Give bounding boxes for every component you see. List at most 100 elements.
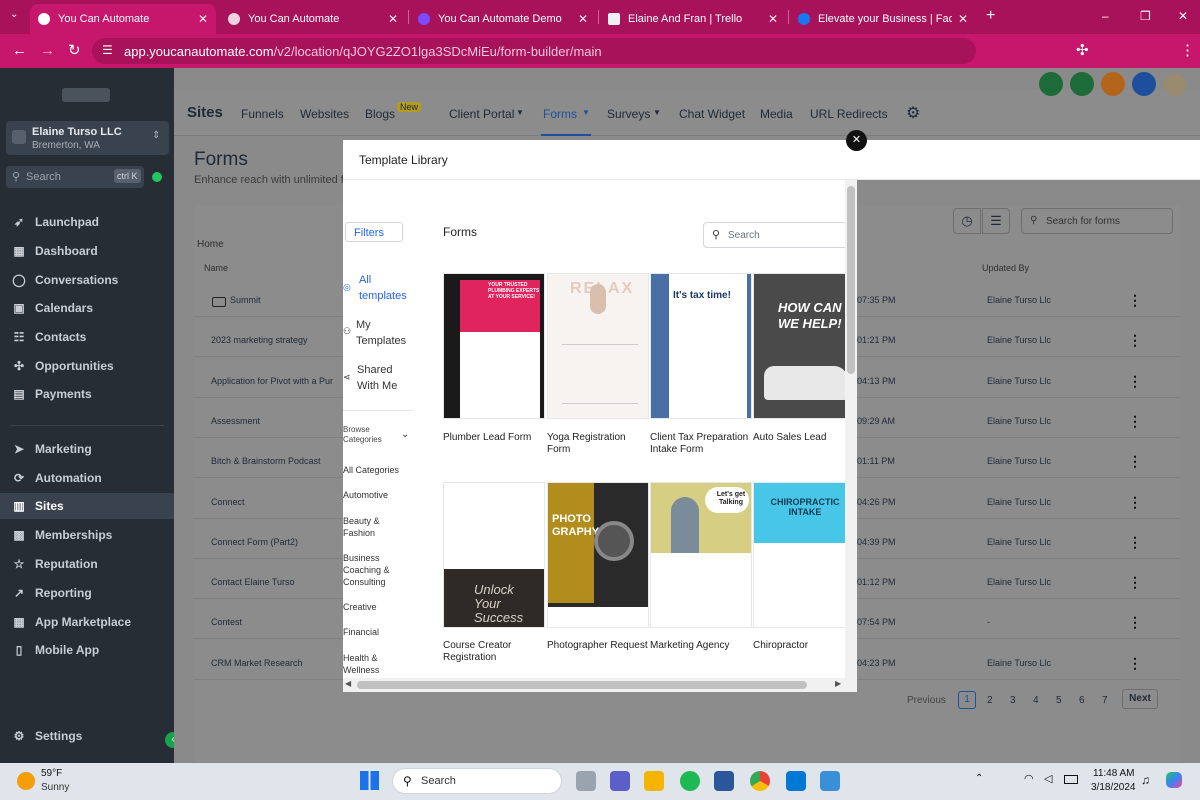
sidebar-item-payments[interactable]: ▤ Payments: [12, 387, 91, 401]
browser-tab-1[interactable]: You Can Automate ✕: [30, 4, 216, 34]
form-name[interactable]: Bitch & Brainstorm Podcast: [211, 456, 321, 466]
modal-close-button[interactable]: ✕: [846, 130, 867, 151]
pagination-page-5[interactable]: 5: [1056, 695, 1062, 706]
lightning-icon[interactable]: [152, 172, 162, 182]
weather-desc[interactable]: Sunny: [41, 782, 69, 793]
form-name[interactable]: Application for Pivot with a Pur: [211, 376, 333, 386]
template-thumb-photographer[interactable]: PHOTO GRAPHY: [547, 482, 649, 628]
sidebar-item-conversations[interactable]: ◯ Conversations: [12, 273, 118, 287]
template-search-input[interactable]: ⚲ Search: [703, 222, 848, 248]
sidebar-item-sites[interactable]: ▥ Sites: [0, 493, 174, 519]
spotify-icon[interactable]: [680, 771, 700, 791]
nav-client-portal[interactable]: Client Portal: [449, 107, 514, 121]
form-name[interactable]: Contest: [211, 617, 242, 627]
more-options-icon[interactable]: ⋮: [1128, 534, 1142, 551]
nav-chat-widget[interactable]: Chat Widget: [679, 107, 745, 121]
template-thumb-yoga[interactable]: RELAX: [547, 273, 649, 419]
scroll-left-arrow[interactable]: ◀: [345, 679, 351, 688]
restore-button[interactable]: ❐: [1140, 9, 1151, 23]
column-header-updated-by[interactable]: Updated By: [982, 263, 1029, 273]
more-options-icon[interactable]: ⋮: [1128, 332, 1142, 349]
category-health-wellness[interactable]: Health & Wellness: [343, 652, 395, 676]
filter-my-templates[interactable]: My Templates: [356, 317, 416, 349]
weather-temp[interactable]: 59°F: [41, 768, 62, 779]
pagination-page-1[interactable]: 1: [958, 691, 976, 709]
pagination-page-6[interactable]: 6: [1079, 695, 1085, 706]
browser-tab-3[interactable]: You Can Automate Demo ✕: [410, 4, 596, 34]
breadcrumb[interactable]: Home: [197, 239, 224, 250]
sidebar-search[interactable]: ⚲ Search ctrl K: [6, 166, 144, 188]
user-avatar[interactable]: [1164, 74, 1186, 96]
more-options-icon[interactable]: ⋮: [1128, 373, 1142, 390]
reload-icon[interactable]: ↻: [68, 42, 81, 60]
template-name-auto[interactable]: Auto Sales Lead: [753, 432, 857, 444]
form-name[interactable]: Summit: [230, 295, 261, 305]
settings-gear-icon[interactable]: ⚙: [906, 103, 920, 123]
more-options-icon[interactable]: ⋮: [1128, 494, 1142, 511]
form-name[interactable]: 2023 marketing strategy: [211, 335, 308, 345]
nav-media[interactable]: Media: [760, 107, 793, 121]
site-info-icon[interactable]: ☰: [102, 43, 113, 57]
browser-tab-5[interactable]: Elevate your Business | Facebook ✕: [790, 4, 976, 34]
category-beauty-fashion[interactable]: Beauty & Fashion: [343, 515, 391, 539]
template-thumb-marketing[interactable]: Let's get Talking: [650, 482, 752, 628]
template-thumb-tax[interactable]: It's tax time!: [650, 273, 752, 419]
sidebar-item-contacts[interactable]: ☷ Contacts: [12, 330, 87, 344]
horizontal-scrollbar[interactable]: ◀ ▶: [343, 678, 857, 692]
nav-websites[interactable]: Websites: [300, 107, 349, 121]
clock-date[interactable]: 3/18/2024: [1091, 782, 1136, 793]
category-automotive[interactable]: Automotive: [343, 490, 411, 500]
browser-tab-2[interactable]: You Can Automate ✕: [220, 4, 406, 34]
extensions-puzzle-icon[interactable]: ✣: [1076, 42, 1089, 60]
sidebar-item-opportunities[interactable]: ✣ Opportunities: [12, 359, 114, 373]
sidebar-item-memberships[interactable]: ▩ Memberships: [12, 528, 112, 542]
browse-categories-label[interactable]: Browse Categories: [343, 425, 395, 445]
form-name[interactable]: Assessment: [211, 416, 260, 426]
close-tab-icon[interactable]: ✕: [198, 12, 208, 26]
calculator-app-icon[interactable]: [820, 771, 840, 791]
more-options-icon[interactable]: ⋮: [1128, 413, 1142, 430]
pagination-page-2[interactable]: 2: [987, 695, 993, 706]
sidebar-item-calendars[interactable]: ▣ Calendars: [12, 301, 93, 315]
bell-icon[interactable]: [1101, 72, 1125, 96]
minimize-button[interactable]: –: [1102, 9, 1109, 23]
help-icon[interactable]: [1132, 72, 1156, 96]
new-tab-button[interactable]: +: [986, 7, 995, 25]
sidebar-item-automation[interactable]: ⟳ Automation: [12, 471, 102, 485]
more-options-icon[interactable]: ⋮: [1128, 453, 1142, 470]
forward-icon[interactable]: →: [40, 42, 55, 60]
phone-icon[interactable]: [1039, 72, 1063, 96]
scroll-right-arrow[interactable]: ▶: [835, 679, 841, 688]
nav-surveys[interactable]: Surveys: [607, 107, 650, 121]
taskbar-search[interactable]: ⚲ Search: [392, 768, 562, 794]
form-name[interactable]: Connect: [211, 497, 245, 507]
sidebar-item-launchpad[interactable]: ➶ Launchpad: [12, 215, 99, 229]
nav-url-redirects[interactable]: URL Redirects: [810, 107, 888, 121]
close-tab-icon[interactable]: ✕: [958, 12, 968, 26]
volume-icon[interactable]: ◁: [1044, 772, 1052, 785]
template-thumb-plumber[interactable]: YOUR TRUSTED PLUMBING EXPERTS AT YOUR SE…: [443, 273, 545, 419]
category-creative[interactable]: Creative: [343, 602, 411, 612]
pagination-previous[interactable]: Previous: [907, 695, 946, 706]
sidebar-item-reporting[interactable]: ↗ Reporting: [12, 586, 92, 600]
nav-funnels[interactable]: Funnels: [241, 107, 284, 121]
template-thumb-auto[interactable]: HOW CAN WE HELP!: [753, 273, 855, 419]
pagination-page-3[interactable]: 3: [1010, 695, 1016, 706]
tab-search-icon[interactable]: ⌄: [10, 9, 18, 20]
form-name[interactable]: CRM Market Research: [211, 658, 303, 668]
chrome-icon[interactable]: [750, 771, 770, 791]
more-options-icon[interactable]: ⋮: [1128, 574, 1142, 591]
more-options-icon[interactable]: ⋮: [1128, 614, 1142, 631]
column-header-name[interactable]: Name: [204, 263, 228, 273]
template-name-course[interactable]: Course Creator Registration: [443, 640, 547, 664]
word-icon[interactable]: [714, 771, 734, 791]
tray-chevron-icon[interactable]: ⌃: [975, 773, 983, 784]
template-thumb-chiropractor[interactable]: CHIROPRACTIC INTAKE: [753, 482, 855, 628]
forms-search-input[interactable]: ⚲ Search for forms: [1021, 208, 1173, 234]
megaphone-icon[interactable]: [1070, 72, 1094, 96]
template-name-photographer[interactable]: Photographer Request: [547, 640, 651, 652]
category-business-coaching[interactable]: Business Coaching & Consulting: [343, 552, 401, 588]
task-view-icon[interactable]: [576, 771, 596, 791]
category-all[interactable]: All Categories: [343, 465, 411, 475]
more-options-icon[interactable]: ⋮: [1128, 292, 1142, 309]
